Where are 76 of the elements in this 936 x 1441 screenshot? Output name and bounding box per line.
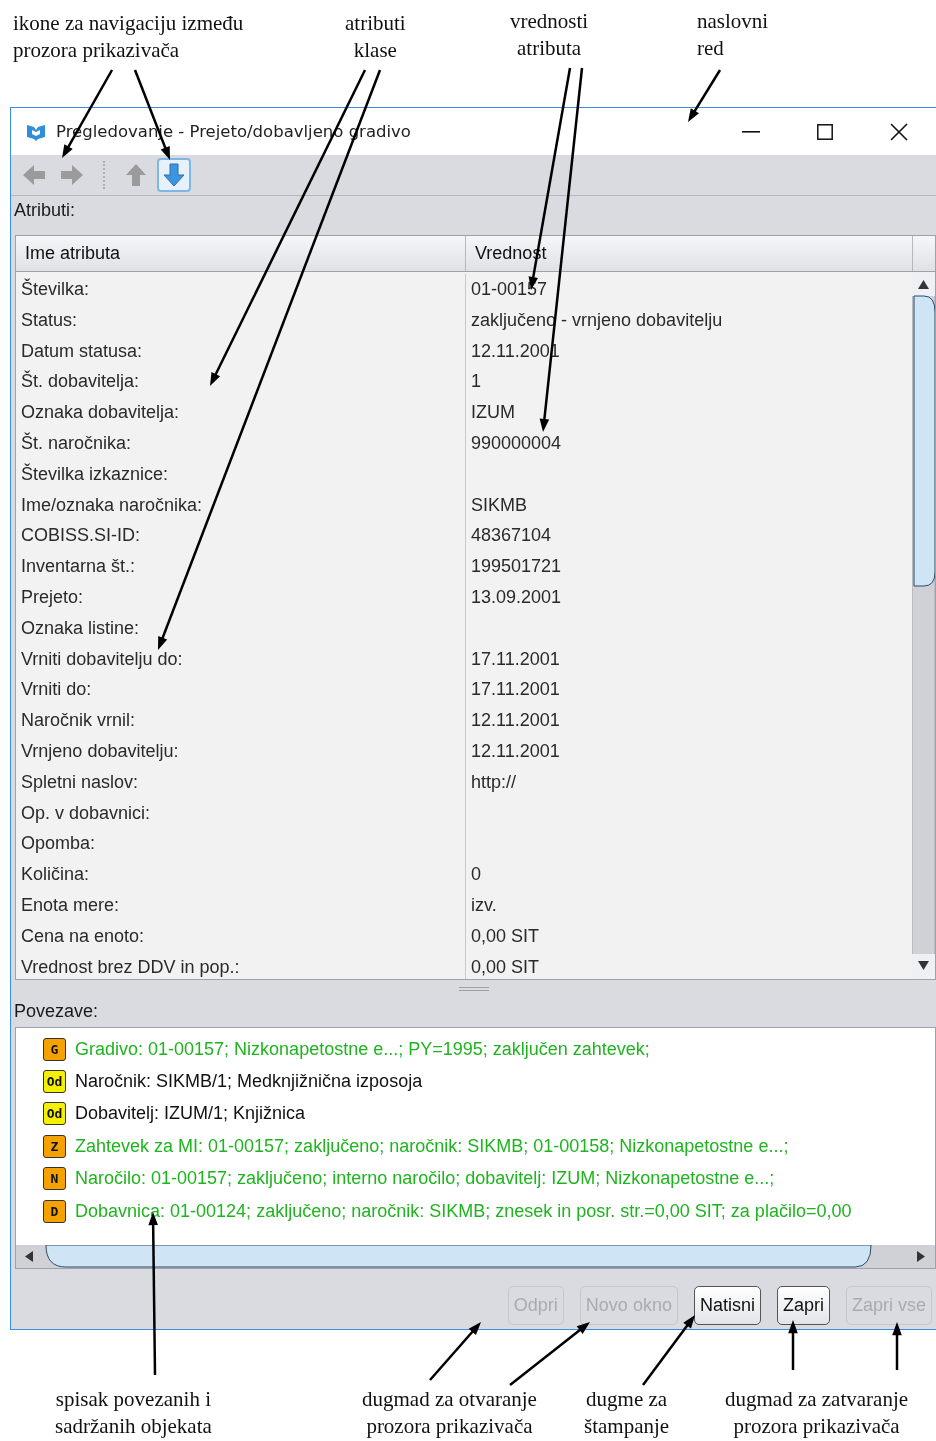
- table-cell-text: 0: [470, 863, 482, 887]
- annotation-label: spisak povezanih i sadržanih objekata: [55, 1386, 212, 1440]
- dialog-button[interactable]: Natisni: [693, 1286, 761, 1325]
- table-cell: Količina:: [16, 859, 466, 890]
- object-badge: D: [43, 1199, 66, 1223]
- section-label: Atributi:: [13, 199, 77, 222]
- table-cell: Številka izkaznice:: [16, 458, 466, 490]
- link-item[interactable]: Dobavitelj: IZUM/1; Knjižnica: [75, 1103, 306, 1125]
- vertical-scrollbar[interactable]: [912, 272, 935, 978]
- object-badge: Od: [43, 1102, 66, 1126]
- annotation-label: dugme za štampanje: [584, 1386, 670, 1440]
- minimize-icon: [742, 130, 760, 133]
- table-cell: Št. naročnika:: [16, 428, 466, 459]
- close-icon: [890, 122, 908, 141]
- table-cell: Vrednost brez DDV in pop.:: [16, 951, 466, 979]
- table-cell: COBISS.SI-ID:: [16, 520, 466, 552]
- table-cell-text: 0,00 SIT: [470, 955, 541, 979]
- annotation-label: vrednosti atributa: [510, 8, 589, 62]
- down-arrow-icon: [162, 163, 186, 187]
- table-cell-text: SIKMB: [470, 493, 528, 517]
- table-cell-text: 17.11.2001: [470, 678, 561, 702]
- annotation-label: dugmad za zatvaranje prozora prikazivača: [725, 1386, 909, 1440]
- table-cell: Cena na enoto:: [16, 920, 466, 952]
- table-cell-text: 0,00 SIT: [470, 924, 541, 948]
- table-cell-text: http://: [470, 770, 518, 794]
- table-cell: Spletni naslov:: [16, 766, 466, 798]
- table-cell-text: 12.11.2001: [470, 739, 561, 763]
- annotation-arrow: [688, 69, 722, 122]
- annotation-label: naslovni red: [697, 8, 769, 62]
- column-header[interactable]: Ime atributa: [16, 236, 466, 271]
- up-arrow-icon: [124, 163, 148, 187]
- table-cell: Status:: [16, 304, 466, 336]
- table-cell: Prejeto:: [16, 581, 466, 613]
- table-cell-text: izv.: [470, 893, 498, 917]
- table-cell-text: 199501721: [470, 555, 563, 579]
- object-badge: Od: [43, 1070, 66, 1094]
- link-item[interactable]: Naročnik: SIKMB/1; Medknjižnična izposoja: [75, 1071, 423, 1093]
- annotation-label: ikone za navigaciju između prozora prikazivača: [13, 10, 244, 64]
- link-item[interactable]: Gradivo: 01-00157; Nizkonapetostne e...; PY=1995; zaključen zahtevek;: [75, 1038, 650, 1060]
- table-cell-text: 13.09.2001: [470, 585, 563, 609]
- annotation-label: dugmad za otvaranje prozora prikazivača: [362, 1386, 537, 1440]
- table-cell-text: 01-00157: [470, 278, 549, 301]
- dialog-button[interactable]: Zapri: [776, 1286, 830, 1325]
- table-cell-text: zaključeno - vrnjeno dobavitelju: [470, 308, 724, 332]
- table-cell: Op. v dobavnici:: [16, 797, 466, 829]
- table-cell-text: 1: [470, 370, 482, 394]
- table-cell-text: 17.11.2001: [470, 647, 561, 671]
- toolbar-button[interactable]: [157, 158, 191, 192]
- table-cell-text: 990000004: [470, 432, 563, 455]
- link-item[interactable]: Dobavnica: 01-00124; zaključeno; naročnik: SIKMB; znesek in posr. str.=0,00 SIT; za plačilo=0,00: [75, 1200, 852, 1222]
- right-arrow-icon: [60, 163, 84, 187]
- table-cell: Enota mere:: [16, 889, 466, 921]
- object-badge: N: [43, 1167, 66, 1191]
- object-badge: Z: [43, 1134, 66, 1158]
- horizontal-scrollbar[interactable]: [16, 1245, 935, 1268]
- table-cell: Datum statusa:: [16, 335, 466, 367]
- table-cell: Vrnjeno dobavitelju:: [16, 735, 466, 767]
- table-cell: Naročnik vrnil:: [16, 705, 466, 736]
- book-icon: [26, 122, 46, 141]
- left-arrow-icon: [22, 163, 46, 187]
- object-badge: G: [43, 1037, 66, 1061]
- section-label: Povezave:: [13, 1000, 100, 1023]
- table-cell-text: IZUM: [470, 401, 516, 425]
- table-cell: Opomba:: [16, 828, 466, 860]
- table-cell: Inventarna št.:: [16, 551, 466, 582]
- table-cell: Številka:: [16, 274, 466, 305]
- table-cell: Oznaka dobavitelja:: [16, 397, 466, 428]
- annotation-arrow: [642, 1315, 695, 1386]
- table-cell-text: 12.11.2001: [470, 709, 561, 733]
- maximize-icon: [817, 123, 833, 140]
- link-item[interactable]: Zahtevek za MI: 01-00157; zaključeno; naročnik: SIKMB; 01-00158; Nizkonapetostne e...;: [75, 1135, 789, 1157]
- table-cell: Ime/oznaka naročnika:: [16, 489, 466, 521]
- annotation-label: atributi klase: [345, 10, 406, 64]
- link-item[interactable]: Naročilo: 01-00157; zaključeno; interno naročilo; dobavitelj: IZUM; Nizkonapetostne e...;: [75, 1168, 775, 1190]
- table-cell: Vrniti do:: [16, 674, 466, 706]
- table-cell-text: 48367104: [470, 524, 553, 548]
